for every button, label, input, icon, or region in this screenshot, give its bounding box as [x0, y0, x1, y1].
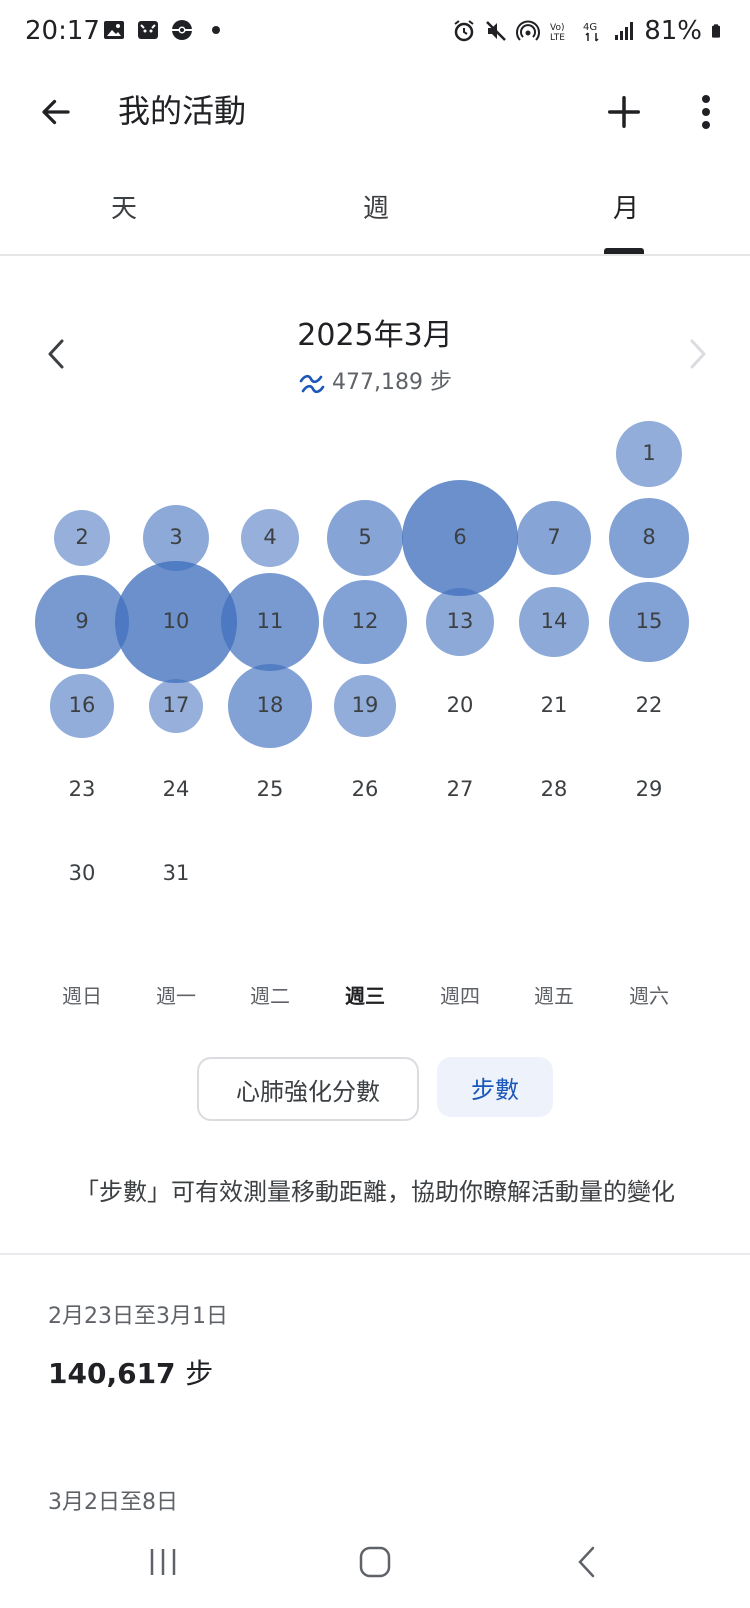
network-4g-icon: 4G: [583, 22, 599, 42]
calendar-day-25[interactable]: 25: [240, 777, 300, 801]
battery-icon: [712, 24, 720, 38]
calendar-day-24[interactable]: 24: [146, 777, 206, 801]
calendar-day-5[interactable]: 5: [335, 525, 395, 549]
calendar-day-14[interactable]: 14: [524, 609, 584, 633]
calendar-day-1[interactable]: 1: [619, 441, 679, 465]
week-range-1: 2月23日至3月1日: [48, 1304, 228, 1329]
back-button[interactable]: [32, 88, 80, 136]
calendar-day-18[interactable]: 18: [240, 693, 300, 717]
calendar-day-10[interactable]: 10: [146, 609, 206, 633]
calendar-day-12[interactable]: 12: [335, 609, 395, 633]
calendar-day-9[interactable]: 9: [52, 609, 112, 633]
system-back-button[interactable]: [557, 1534, 617, 1590]
alarm-icon: [454, 20, 474, 42]
weekday-label: 週六: [629, 984, 669, 1008]
signal-icon: [615, 22, 634, 40]
calendar-day-16[interactable]: 16: [52, 693, 112, 717]
calendar-day-17[interactable]: 17: [146, 693, 206, 717]
status-system-icons: Vo) LTE 4G 81%: [452, 16, 726, 46]
pokeball-icon: [172, 20, 192, 40]
metric-description: 「步數」可有效測量移動距離，協助你瞭解活動量的變化: [75, 1178, 675, 1206]
period-tabs: 天 週 月: [0, 170, 750, 256]
add-activity-button[interactable]: [596, 84, 652, 140]
weekday-label: 週二: [250, 984, 290, 1008]
steps-icon: [299, 374, 325, 394]
tab-indicator: [604, 248, 644, 254]
status-notification-icons: [102, 18, 228, 42]
chevron-right-icon: [690, 339, 706, 369]
calendar-day-21[interactable]: 21: [524, 693, 584, 717]
page-title: 我的活動: [118, 92, 247, 130]
mute-icon: [486, 21, 507, 41]
calendar-day-29[interactable]: 29: [619, 777, 679, 801]
system-navigation-bar: [0, 1520, 750, 1608]
status-bar: 20:17 Vo) LTE 4G 81%: [0, 0, 750, 70]
calendar-day-4[interactable]: 4: [240, 525, 300, 549]
svg-text:4G: 4G: [583, 22, 597, 33]
calendar-day-3[interactable]: 3: [146, 525, 206, 549]
cardio-points-chip[interactable]: 心肺強化分數: [197, 1057, 419, 1121]
plus-icon: [608, 96, 640, 128]
calendar-day-20[interactable]: 20: [430, 693, 490, 717]
system-back-icon: [578, 1546, 595, 1578]
calendar-day-13[interactable]: 13: [430, 609, 490, 633]
weekday-labels: 週日 週一 週二 週三 週四 週五 週六: [0, 980, 750, 1016]
calendar-day-19[interactable]: 19: [335, 693, 395, 717]
weekday-label: 週五: [534, 984, 574, 1008]
week-range-2: 3月2日至8日: [48, 1490, 178, 1515]
weekday-label: 週三: [345, 984, 385, 1008]
calendar-day-8[interactable]: 8: [619, 525, 679, 549]
week-total-value: 140,617: [48, 1357, 176, 1390]
cat-app-icon: [138, 21, 158, 39]
calendar-day-27[interactable]: 27: [430, 777, 490, 801]
weekday-label: 週一: [156, 984, 196, 1008]
calendar-day-6[interactable]: 6: [430, 525, 490, 549]
weekday-label: 週日: [62, 984, 102, 1008]
calendar-day-28[interactable]: 28: [524, 777, 584, 801]
volte-icon: Vo)LTE: [550, 23, 565, 43]
week-total-unit: 步: [185, 1357, 214, 1390]
month-total-value: 477,189 步: [332, 370, 452, 395]
more-options-button[interactable]: [682, 84, 730, 140]
more-vert-icon: [702, 95, 710, 129]
status-time: 20:17: [25, 16, 100, 46]
calendar-day-31[interactable]: 31: [146, 861, 206, 885]
calendar-day-23[interactable]: 23: [52, 777, 112, 801]
battery-percent: 81%: [644, 16, 702, 46]
home-button[interactable]: [345, 1534, 405, 1590]
home-icon: [359, 1546, 391, 1578]
calendar-day-11[interactable]: 11: [240, 609, 300, 633]
month-total-steps: 477,189 步: [0, 364, 750, 396]
tab-day[interactable]: 天: [64, 188, 184, 225]
svg-text:Vo): Vo): [550, 23, 564, 33]
arrow-back-icon: [42, 99, 70, 125]
next-month-button[interactable]: [680, 330, 716, 378]
month-calendar: 1 2 3 4 5 6 7 8 9 10 11 12 13 14 15 16 17 18 19 20 21 22 23 24 2…: [0, 420, 750, 940]
calendar-day-22[interactable]: 22: [619, 693, 679, 717]
gallery-icon: [104, 21, 124, 39]
tab-week[interactable]: 週: [316, 188, 436, 225]
divider: [0, 1253, 750, 1255]
calendar-day-2[interactable]: 2: [52, 525, 112, 549]
dot-icon: [212, 26, 220, 34]
weekday-label: 週四: [440, 984, 480, 1008]
tab-month[interactable]: 月: [566, 188, 686, 225]
month-title: 2025年3月: [297, 318, 453, 353]
calendar-day-15[interactable]: 15: [619, 609, 679, 633]
steps-chip[interactable]: 步數: [437, 1057, 553, 1117]
recent-apps-button[interactable]: [133, 1534, 193, 1590]
hotspot-icon: [516, 20, 541, 41]
recents-icon: [150, 1549, 176, 1575]
app-bar: 我的活動: [0, 70, 750, 170]
calendar-day-30[interactable]: 30: [52, 861, 112, 885]
svg-text:LTE: LTE: [550, 33, 565, 43]
calendar-day-7[interactable]: 7: [524, 525, 584, 549]
calendar-day-26[interactable]: 26: [335, 777, 395, 801]
week-total-1: 140,617 步: [48, 1352, 213, 1392]
